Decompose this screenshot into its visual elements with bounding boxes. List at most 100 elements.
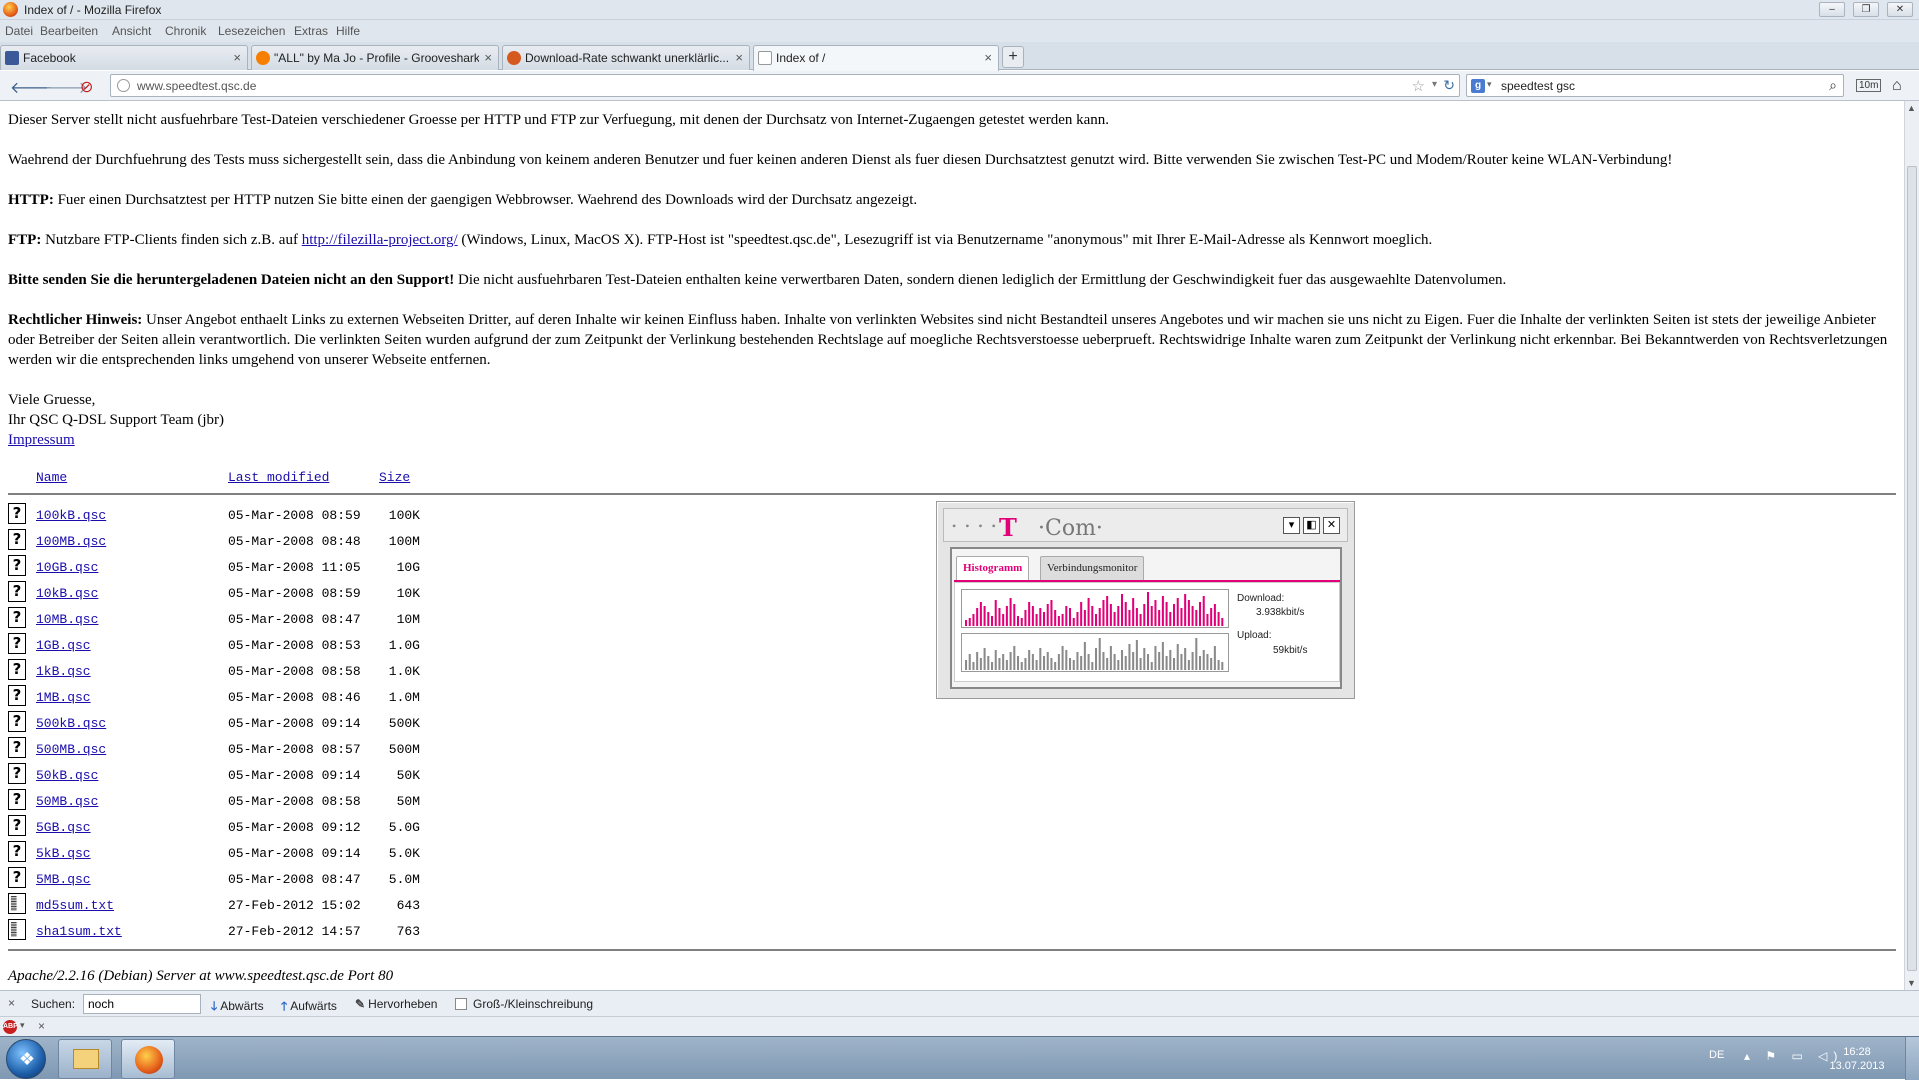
tcom-close-icon[interactable]: ✕ [1323, 517, 1340, 534]
file-name-link[interactable]: 10kB.qsc [36, 586, 98, 601]
highlight-button[interactable]: ✎ Hervorheben [355, 997, 437, 1011]
search-input[interactable]: speedtest gsc [1501, 79, 1575, 93]
unknown-file-icon[interactable]: ? [8, 711, 26, 732]
file-name-link[interactable]: 5kB.qsc [36, 846, 91, 861]
column-header-last-modified[interactable]: Last modified [228, 470, 329, 485]
close-tab-icon[interactable]: × [484, 50, 492, 65]
close-tab-icon[interactable]: × [984, 50, 992, 65]
url-bar[interactable]: www.speedtest.qsc.de ☆ ▾ ↻ [110, 74, 1460, 97]
tab-histogramm[interactable]: Histogramm [956, 556, 1030, 580]
close-addon-bar-icon[interactable]: × [38, 1019, 45, 1033]
clock[interactable]: 16:28 13.07.2013 [1827, 1045, 1887, 1073]
start-button[interactable]: ❖ [6, 1039, 46, 1079]
file-name-link[interactable]: 1kB.qsc [36, 664, 91, 679]
match-case-label[interactable]: Groß-/Kleinschreibung [473, 997, 593, 1011]
close-tab-icon[interactable]: × [735, 50, 743, 65]
unknown-file-icon[interactable]: ? [8, 555, 26, 576]
unknown-file-icon[interactable]: ? [8, 789, 26, 810]
language-indicator[interactable]: DE [1709, 1049, 1724, 1061]
google-icon[interactable]: g [1471, 79, 1485, 93]
close-window-button[interactable]: ✕ [1887, 2, 1913, 17]
impressum-link[interactable]: Impressum [8, 432, 75, 448]
tcom-title-bar[interactable]: • • • • T ·Com· ▾ ◧ ✕ [943, 508, 1348, 542]
file-name-link[interactable]: 5GB.qsc [36, 820, 91, 835]
adblock-icon[interactable]: ABP [3, 1020, 18, 1034]
text-file-icon[interactable]: ≡ ≡ ≡ [8, 893, 26, 914]
stop-icon[interactable]: ⊘ [80, 77, 93, 97]
unknown-file-icon[interactable]: ? [8, 737, 26, 758]
filezilla-link[interactable]: http://filezilla-project.org/ [302, 232, 458, 248]
file-name-link[interactable]: sha1sum.txt [36, 924, 122, 939]
file-name-link[interactable]: 1GB.qsc [36, 638, 91, 653]
show-desktop-button[interactable] [1905, 1037, 1919, 1080]
menu-extras[interactable]: Extras [294, 24, 328, 38]
reload-icon[interactable]: ↻ [1443, 77, 1455, 94]
text-file-icon[interactable]: ≡ ≡ ≡ [8, 919, 26, 940]
column-header-size[interactable]: Size [379, 470, 410, 485]
file-name-link[interactable]: 10MB.qsc [36, 612, 98, 627]
unknown-file-icon[interactable]: ? [8, 815, 26, 836]
unknown-file-icon[interactable]: ? [8, 685, 26, 706]
tab-download-rate[interactable]: Download-Rate schwankt unerklärlic... × [502, 45, 750, 70]
file-name-link[interactable]: 50kB.qsc [36, 768, 98, 783]
adblock-dropdown-icon[interactable]: ▾ [20, 1020, 25, 1031]
menu-datei[interactable]: Datei [5, 24, 33, 38]
restore-button[interactable]: ❐ [1853, 2, 1879, 17]
find-next-button[interactable]: 🡓 Abwärts [211, 997, 264, 1018]
file-name-link[interactable]: 500MB.qsc [36, 742, 106, 757]
scroll-thumb[interactable] [1907, 166, 1917, 971]
file-name-link[interactable]: md5sum.txt [36, 898, 114, 913]
tcom-minimize-icon[interactable]: ▾ [1283, 517, 1300, 534]
menu-lesezeichen[interactable]: Lesezeichen [218, 24, 285, 38]
match-case-checkbox[interactable] [455, 998, 467, 1010]
scroll-down-icon[interactable]: ▼ [1907, 978, 1916, 988]
tab-verbindungsmonitor[interactable]: Verbindungsmonitor [1040, 556, 1145, 580]
taskbar-explorer[interactable] [58, 1039, 112, 1079]
file-name-link[interactable]: 1MB.qsc [36, 690, 91, 705]
menu-chronik[interactable]: Chronik [165, 24, 206, 38]
unknown-file-icon[interactable]: ? [8, 763, 26, 784]
find-input[interactable] [83, 994, 201, 1014]
new-tab-button[interactable]: + [1002, 46, 1024, 68]
taskbar-firefox[interactable] [121, 1039, 175, 1079]
menu-ansicht[interactable]: Ansicht [112, 24, 151, 38]
tab-index-of[interactable]: Index of / × [753, 45, 999, 71]
file-name-link[interactable]: 500kB.qsc [36, 716, 106, 731]
scroll-up-icon[interactable]: ▲ [1907, 103, 1916, 113]
bookmark-star-icon[interactable]: ☆ [1412, 77, 1425, 95]
close-find-bar-icon[interactable]: × [8, 996, 15, 1010]
vertical-scrollbar[interactable]: ▲ ▼ [1904, 101, 1919, 990]
unknown-file-icon[interactable]: ? [8, 633, 26, 654]
site-identity-icon[interactable] [117, 79, 130, 92]
tcom-restore-icon[interactable]: ◧ [1303, 517, 1320, 534]
search-icon[interactable]: ⌕ [1829, 77, 1837, 94]
engine-dropdown-icon[interactable]: ▾ [1487, 79, 1492, 90]
history-dropdown-icon[interactable]: ▾ [1432, 79, 1437, 90]
menu-hilfe[interactable]: Hilfe [336, 24, 360, 38]
tab-facebook[interactable]: Facebook × [0, 45, 248, 70]
url-text[interactable]: www.speedtest.qsc.de [137, 79, 256, 93]
close-tab-icon[interactable]: × [233, 50, 241, 65]
file-name-link[interactable]: 10GB.qsc [36, 560, 98, 575]
home-icon[interactable]: ⌂ [1892, 77, 1902, 95]
unknown-file-icon[interactable]: ? [8, 503, 26, 524]
download-bar [1083, 610, 1086, 626]
unknown-file-icon[interactable]: ? [8, 529, 26, 550]
column-header-name[interactable]: Name [36, 470, 67, 485]
unknown-file-icon[interactable]: ? [8, 867, 26, 888]
file-name-link[interactable]: 5MB.qsc [36, 872, 91, 887]
minimize-button[interactable]: – [1819, 2, 1845, 17]
unknown-file-icon[interactable]: ? [8, 841, 26, 862]
unknown-file-icon[interactable]: ? [8, 607, 26, 628]
addon-icon[interactable]: 10m [1856, 79, 1882, 92]
tcom-monitor-widget[interactable]: • • • • T ·Com· ▾ ◧ ✕ Histogramm Verbind… [936, 501, 1355, 699]
file-name-link[interactable]: 50MB.qsc [36, 794, 98, 809]
find-previous-button[interactable]: 🡑 Aufwärts [281, 997, 337, 1018]
search-bar[interactable]: g ▾ speedtest gsc ⌕ [1466, 74, 1844, 97]
unknown-file-icon[interactable]: ? [8, 659, 26, 680]
menu-bearbeiten[interactable]: Bearbeiten [40, 24, 98, 38]
unknown-file-icon[interactable]: ? [8, 581, 26, 602]
file-name-link[interactable]: 100kB.qsc [36, 508, 106, 523]
file-name-link[interactable]: 100MB.qsc [36, 534, 106, 549]
tab-grooveshark[interactable]: "ALL" by Ma Jo - Profile - Grooveshark × [251, 45, 499, 70]
